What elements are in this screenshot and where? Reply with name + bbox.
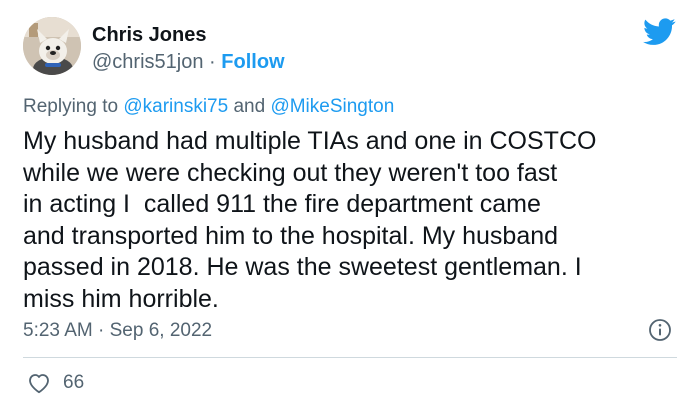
mention-mikesington[interactable]: @MikeSington <box>270 96 394 117</box>
tweet-line: in acting I called 911 the fire departme… <box>23 190 541 219</box>
author-handle[interactable]: @chris51jon <box>92 51 203 73</box>
author-handle-line: @chris51jon · Follow <box>92 49 285 75</box>
replying-conjunction: and <box>233 96 266 117</box>
tweet-line: miss him horrible. <box>23 284 219 313</box>
tweet-line: while we were checking out they weren't … <box>23 158 558 187</box>
avatar[interactable] <box>23 17 81 75</box>
heart-icon[interactable] <box>27 372 51 394</box>
replying-to: Replying to @karinski75 and @MikeSington <box>23 95 394 119</box>
author-name[interactable]: Chris Jones <box>92 22 206 48</box>
mention-karinski75[interactable]: @karinski75 <box>123 96 228 117</box>
tweet-time: 5:23 AM <box>23 320 93 341</box>
like-count[interactable]: 66 <box>63 370 84 396</box>
bird-logo-icon[interactable] <box>643 18 676 46</box>
timestamp-separator: · <box>98 320 105 341</box>
tweet-text: My husband had multiple TIAs and one in … <box>23 126 683 316</box>
info-icon[interactable] <box>648 318 672 342</box>
follow-button[interactable]: Follow <box>221 51 284 73</box>
replying-prefix: Replying to <box>23 96 119 117</box>
tweet-line: My husband had multiple TIAs and one in … <box>23 127 597 155</box>
handle-separator: · <box>209 51 216 73</box>
tweet-card: Chris Jones @chris51jon · Follow Replyin… <box>0 0 700 410</box>
tweet-line: and transported him to the hospital. My … <box>23 221 559 250</box>
tweet-line: passed in 2018. He was the sweetest gent… <box>23 253 582 282</box>
tweet-timestamp[interactable]: 5:23 AM · Sep 6, 2022 <box>23 318 212 344</box>
tweet-date: Sep 6, 2022 <box>109 320 213 341</box>
divider <box>23 357 677 358</box>
avatar-image <box>23 17 81 75</box>
